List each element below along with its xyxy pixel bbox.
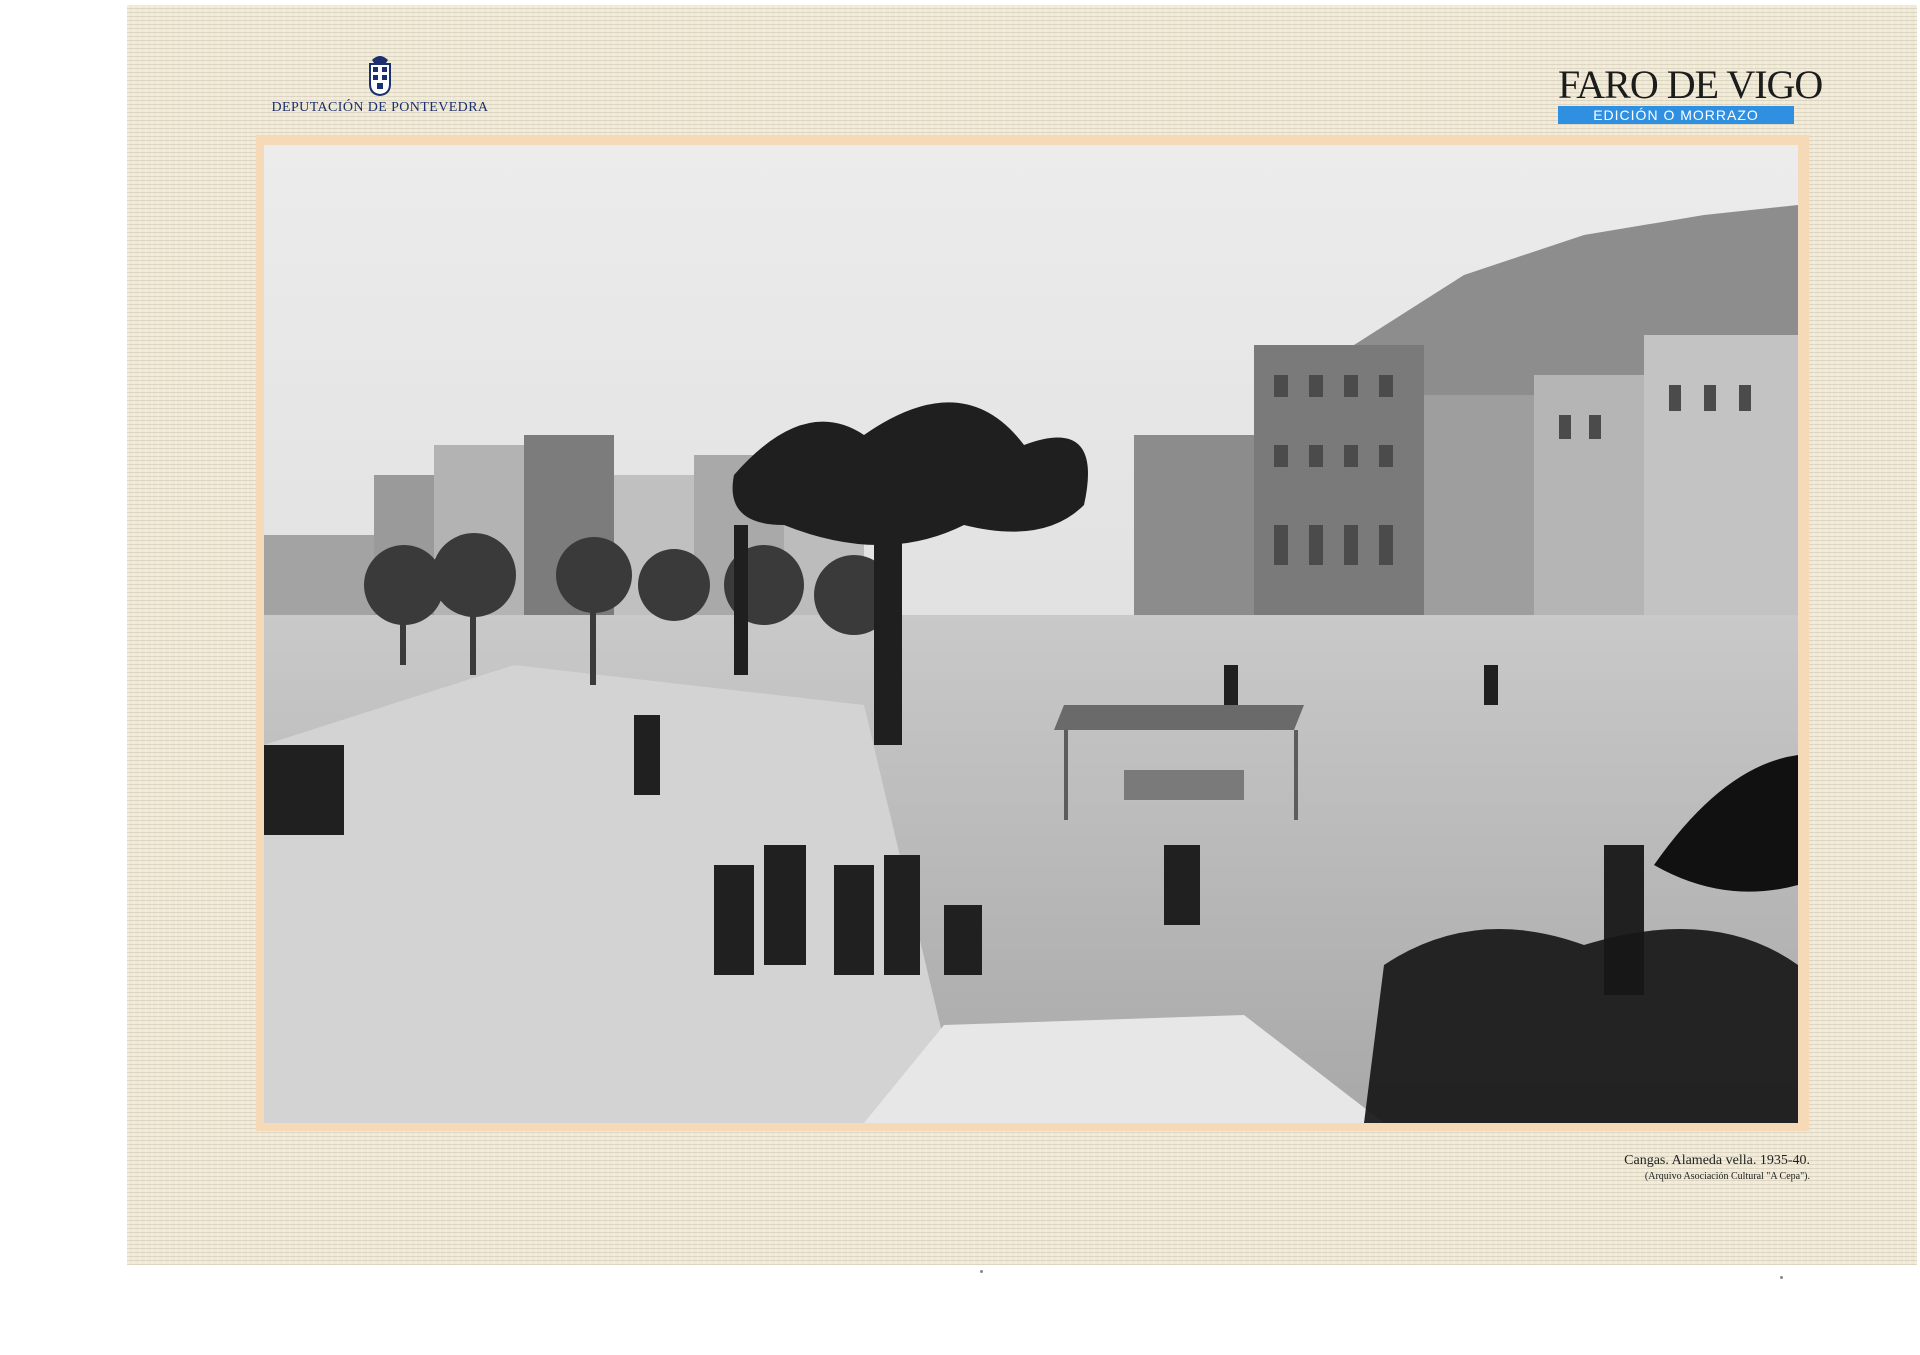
historical-photo <box>264 145 1798 1123</box>
photo-caption: Cangas. Alameda vella. 1935-40. (Arquivo… <box>1450 1152 1810 1184</box>
faro-de-vigo-masthead: FARO DE VIGO EDICIÓN O MORRAZO <box>1558 62 1823 124</box>
dust-speck <box>980 1270 983 1273</box>
deputacion-masthead: DEPUTACIÓN DE PONTEVEDRA <box>255 52 505 116</box>
foreground-shadow <box>1364 929 1798 1123</box>
caption-credit: (Arquivo Asociación Cultural "A Cepa"). <box>1644 1171 1810 1182</box>
dust-speck <box>1780 1276 1783 1279</box>
newspaper-edition: EDICIÓN O MORRAZO <box>1558 106 1794 124</box>
coat-of-arms-icon <box>369 56 391 96</box>
newspaper-title: FARO DE VIGO <box>1558 62 1823 107</box>
caption-title: Cangas. Alameda vella. 1935-40. <box>1624 1153 1810 1168</box>
org-name: DEPUTACIÓN DE PONTEVEDRA <box>271 100 489 115</box>
